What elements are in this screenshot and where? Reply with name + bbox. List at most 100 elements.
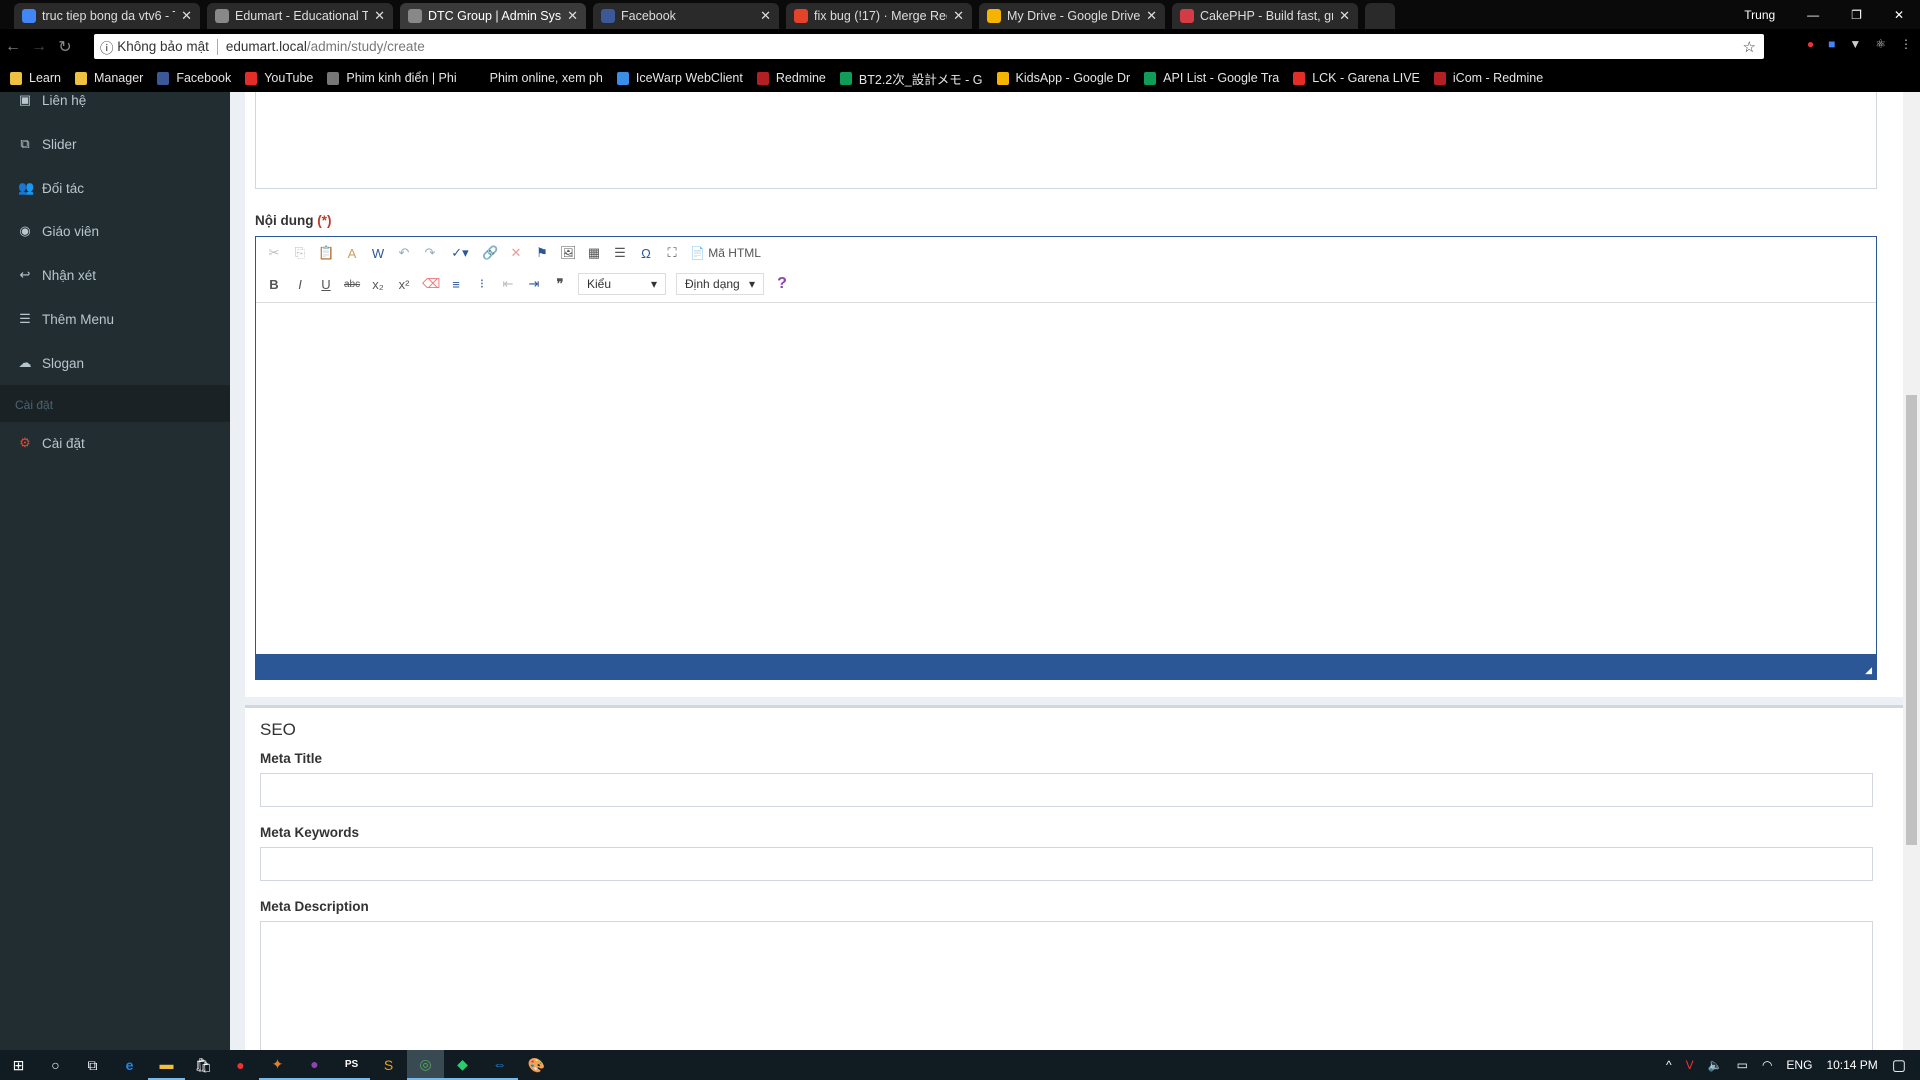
bookmark-item[interactable]: API List - Google Tra: [1144, 71, 1279, 85]
image-icon[interactable]: 🖼: [560, 245, 577, 261]
store-icon[interactable]: 🛍: [185, 1050, 222, 1080]
superscript-icon[interactable]: x²: [396, 277, 412, 292]
table-icon[interactable]: ▦: [586, 245, 602, 261]
paint-icon[interactable]: 🎨: [518, 1050, 555, 1080]
hr-icon[interactable]: ☰: [612, 245, 628, 261]
chrome-icon[interactable]: ◎: [407, 1050, 444, 1080]
page-scrollbar[interactable]: [1903, 92, 1920, 1050]
bookmark-item[interactable]: Manager: [74, 71, 143, 85]
cortana-icon[interactable]: ○: [37, 1050, 74, 1080]
bookmark-item[interactable]: BT2.2次_設計メモ - G: [839, 69, 983, 88]
tab-close-icon[interactable]: ✕: [567, 8, 578, 24]
strike-icon[interactable]: abc: [344, 279, 360, 290]
meta-title-input[interactable]: [260, 773, 1873, 807]
anchor-icon[interactable]: ⚑: [534, 245, 550, 261]
vue-icon[interactable]: ▼: [1849, 37, 1861, 51]
bookmark-item[interactable]: Phim online, xem ph: [470, 71, 603, 85]
sublime-icon[interactable]: S: [370, 1050, 407, 1080]
adblock-icon[interactable]: ●: [1807, 37, 1814, 51]
paste-text-icon[interactable]: A: [344, 246, 360, 261]
tab-close-icon[interactable]: ✕: [760, 8, 771, 24]
browser-tab[interactable]: Edumart - Educational Te ✕: [207, 3, 393, 29]
profile-name[interactable]: Trung: [1728, 8, 1791, 22]
translate-icon[interactable]: ■: [1828, 37, 1835, 51]
teamviewer-icon[interactable]: ⇔: [481, 1050, 518, 1080]
source-button[interactable]: 📄 Mã HTML: [690, 246, 761, 260]
sidebar-item[interactable]: 👥 Đối tác: [18, 180, 84, 196]
browser-tab[interactable]: DTC Group | Admin Syste ✕: [400, 3, 586, 29]
forward-icon[interactable]: →: [26, 38, 52, 56]
browser-tab[interactable]: CakePHP - Build fast, gro ✕: [1172, 3, 1358, 29]
show-hidden-icons[interactable]: ^: [1666, 1058, 1672, 1072]
undo-icon[interactable]: ↶: [396, 245, 412, 261]
scrollbar-thumb[interactable]: [1906, 395, 1917, 845]
unlink-icon[interactable]: ✕: [508, 245, 524, 261]
messenger-icon[interactable]: ●: [296, 1050, 333, 1080]
browser-tab[interactable]: My Drive - Google Drive ✕: [979, 3, 1165, 29]
back-icon[interactable]: ←: [0, 38, 26, 56]
sidebar-item[interactable]: ↩ Nhận xét: [18, 267, 97, 283]
bookmark-item[interactable]: KidsApp - Google Dr: [996, 71, 1130, 85]
wifi-icon[interactable]: ◠: [1762, 1058, 1772, 1072]
sidebar-item[interactable]: ⧉ Slider: [18, 136, 76, 152]
sourcetree-icon[interactable]: ◆: [444, 1050, 481, 1080]
tab-close-icon[interactable]: ✕: [1146, 8, 1157, 24]
indent-icon[interactable]: ⇥: [526, 276, 542, 292]
reload-icon[interactable]: ↻: [52, 37, 78, 57]
paste-word-icon[interactable]: W: [370, 246, 386, 261]
paste-icon[interactable]: 📋: [318, 245, 334, 261]
resize-handle-icon[interactable]: ◢: [1865, 665, 1872, 676]
bookmark-item[interactable]: Facebook: [157, 71, 231, 85]
help-icon[interactable]: ?: [774, 275, 790, 293]
antivirus-icon[interactable]: V: [1686, 1058, 1694, 1072]
clock[interactable]: 10:14 PM: [1826, 1058, 1877, 1072]
remove-format-icon[interactable]: ⌫: [422, 276, 440, 292]
special-char-icon[interactable]: Ω: [638, 246, 654, 261]
redo-icon[interactable]: ↷: [422, 245, 438, 261]
sidebar-item[interactable]: ▣ Liên hệ: [18, 92, 86, 108]
numbered-list-icon[interactable]: ≡: [448, 277, 464, 292]
minimize-button[interactable]: —: [1791, 8, 1835, 22]
link-icon[interactable]: 🔗: [482, 245, 498, 261]
bullet-list-icon[interactable]: ⁝: [474, 276, 490, 292]
maximize-icon[interactable]: ⛶: [664, 245, 680, 261]
start-icon[interactable]: ⊞: [0, 1050, 37, 1080]
cut-icon[interactable]: ✂: [266, 245, 282, 261]
garena-icon[interactable]: ●: [222, 1050, 259, 1080]
notification-icon[interactable]: ▢: [1892, 1056, 1906, 1074]
tab-close-icon[interactable]: ✕: [374, 8, 385, 24]
bold-icon[interactable]: B: [266, 277, 282, 292]
italic-icon[interactable]: I: [292, 277, 308, 292]
react-icon[interactable]: ⚛: [1875, 37, 1886, 51]
outdent-icon[interactable]: ⇤: [500, 276, 516, 292]
meta-keywords-input[interactable]: [260, 847, 1873, 881]
format-dropdown[interactable]: Định dạng ▾: [676, 273, 764, 295]
url-input[interactable]: ⓘ Không bảo mật edumart.local/admin/stud…: [94, 34, 1764, 59]
tab-close-icon[interactable]: ✕: [1339, 8, 1350, 24]
subscript-icon[interactable]: x₂: [370, 277, 386, 292]
bookmark-item[interactable]: iCom - Redmine: [1433, 71, 1543, 85]
editor-content-area[interactable]: [256, 303, 1876, 655]
volume-icon[interactable]: 🔈: [1708, 1058, 1723, 1072]
bookmark-item[interactable]: Phim kinh điển | Phi: [327, 71, 457, 85]
app-icon[interactable]: ✦: [259, 1050, 296, 1080]
style-dropdown[interactable]: Kiểu ▾: [578, 273, 666, 295]
bookmark-star-icon[interactable]: ☆: [1743, 38, 1756, 56]
browser-tab[interactable]: Facebook ✕: [593, 3, 779, 29]
edge-icon[interactable]: e: [111, 1050, 148, 1080]
copy-icon[interactable]: ⎘: [292, 245, 308, 261]
browser-tab[interactable]: truc tiep bong da vtv6 - T ✕: [14, 3, 200, 29]
meta-description-textarea[interactable]: [260, 921, 1873, 1050]
sidebar-item[interactable]: ☰ Thêm Menu: [18, 311, 114, 327]
info-icon[interactable]: ⓘ: [100, 37, 117, 57]
bookmark-item[interactable]: Learn: [10, 71, 61, 85]
menu-icon[interactable]: ⋮: [1900, 37, 1912, 51]
bookmark-item[interactable]: LCK - Garena LIVE: [1293, 71, 1420, 85]
bookmark-item[interactable]: Redmine: [756, 71, 826, 85]
language-indicator[interactable]: ENG: [1786, 1058, 1812, 1072]
phpstorm-icon[interactable]: PS: [333, 1050, 370, 1080]
close-window-button[interactable]: ✕: [1878, 8, 1920, 22]
bookmark-item[interactable]: IceWarp WebClient: [616, 71, 743, 85]
tab-close-icon[interactable]: ✕: [953, 8, 964, 24]
sidebar-item[interactable]: ◉ Giáo viên: [18, 223, 99, 239]
